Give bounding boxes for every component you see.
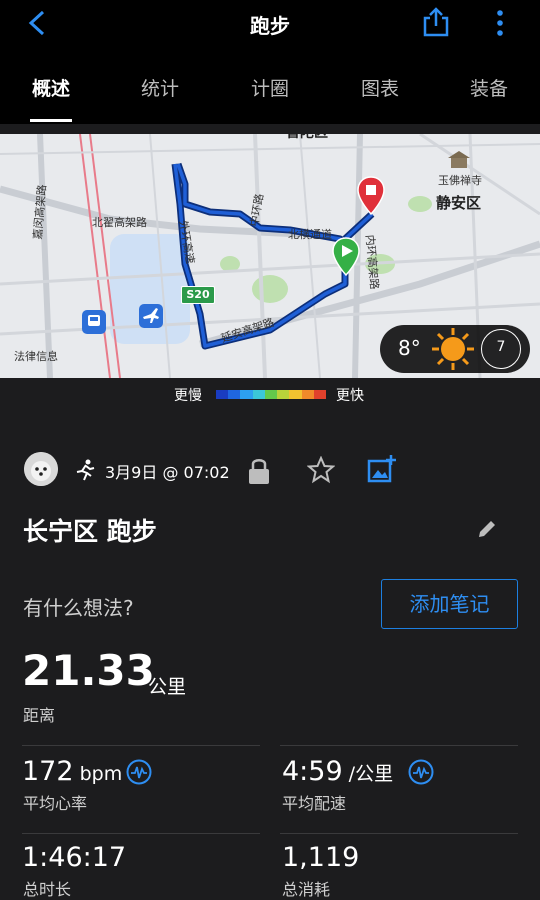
- activity-meta-row: 3月9日 @ 07:02: [24, 452, 524, 486]
- pace-unit: /公里: [342, 763, 394, 785]
- scale-segment: [240, 390, 253, 399]
- avatar[interactable]: [24, 452, 58, 486]
- calories-value: 1,119: [282, 842, 360, 873]
- scale-segment: [289, 390, 302, 399]
- map-label-temple: 玉佛禅寺: [438, 174, 482, 187]
- pace-label: 平均配速: [282, 794, 347, 813]
- duration-value: 1:46:17: [22, 842, 127, 873]
- scale-segment: [216, 390, 229, 399]
- heart-rate-label: 平均心率: [23, 794, 88, 813]
- more-options-button[interactable]: [490, 8, 510, 42]
- distance-value: 21.33: [22, 646, 155, 695]
- lock-icon[interactable]: [246, 456, 272, 486]
- legend-slower-label: 更慢: [174, 388, 202, 404]
- tab-bar: 概述 统计 计圈 图表 装备: [0, 70, 540, 110]
- finish-marker-icon: [357, 176, 385, 216]
- pace-value-group: 4:59 /公里: [282, 756, 393, 787]
- temperature: 8°: [398, 336, 421, 360]
- share-icon: [423, 7, 449, 37]
- distance-label: 距离: [23, 706, 56, 725]
- route-map[interactable]: 静安区 普陀区 玉佛禅寺 北翟高架路 北横通道 延安高架路 外环高速 中环路 内…: [0, 134, 540, 378]
- map-label-beizhai: 北翟高架路: [92, 216, 147, 229]
- add-photo-icon[interactable]: [367, 454, 397, 484]
- map-label-putuo: 普陀区: [286, 134, 328, 142]
- heart-rate-unit: bpm: [73, 763, 123, 785]
- scale-segment: [301, 390, 314, 399]
- pace-chart-icon[interactable]: [408, 759, 434, 785]
- top-bar: 跑步 概述 统计 计圈 图表 装备: [0, 0, 540, 124]
- scale-segment: [313, 390, 326, 399]
- wind-indicator: 7: [481, 329, 521, 369]
- train-station-icon: [82, 310, 106, 334]
- share-button[interactable]: [422, 6, 450, 42]
- sun-icon: [432, 328, 474, 370]
- scale-segment: [252, 390, 265, 399]
- tab-stats[interactable]: 统计: [115, 74, 205, 101]
- more-vertical-icon: [497, 10, 503, 36]
- tab-laps[interactable]: 计圈: [225, 74, 315, 101]
- tab-gear[interactable]: 装备: [444, 74, 534, 101]
- wind-speed: 7: [496, 339, 506, 355]
- heart-rate-chart-icon[interactable]: [126, 759, 152, 785]
- star-icon[interactable]: [307, 456, 335, 484]
- temple-icon: [448, 151, 470, 168]
- duration-label: 总时长: [23, 880, 72, 899]
- scale-segment: [277, 390, 290, 399]
- thoughts-prompt[interactable]: 有什么想法?: [23, 592, 134, 621]
- heart-rate-value: 172: [22, 756, 74, 787]
- s20-highway-shield: S20: [181, 286, 215, 304]
- tab-charts[interactable]: 图表: [335, 74, 425, 101]
- map-label-jingan: 静安区: [436, 194, 482, 212]
- pace-color-scale: [216, 390, 326, 399]
- activity-date: 3月9日 @ 07:02: [105, 463, 230, 482]
- airport-icon: [139, 304, 163, 328]
- divider: [22, 745, 260, 746]
- divider: [280, 833, 518, 834]
- pace-legend: 更慢 更快: [0, 378, 540, 408]
- divider: [22, 833, 260, 834]
- scale-segment: [228, 390, 241, 399]
- activity-title: 长宁区 跑步: [23, 517, 157, 546]
- page-title: 跑步: [250, 14, 290, 38]
- start-marker-icon: [332, 237, 360, 277]
- edit-pencil-icon[interactable]: [476, 518, 498, 540]
- distance-unit: 公里: [148, 676, 187, 698]
- legend-faster-label: 更快: [336, 388, 364, 404]
- heart-rate-value-group: 172 bpm: [22, 756, 122, 787]
- legal-info-link[interactable]: 法律信息: [14, 348, 58, 364]
- add-note-button[interactable]: 添加笔记: [381, 579, 518, 629]
- calories-label: 总消耗: [282, 880, 331, 899]
- pace-value: 4:59: [282, 756, 343, 787]
- scale-segment: [264, 390, 278, 399]
- map-label-beiheng: 北横通道: [288, 228, 332, 241]
- divider: [280, 745, 518, 746]
- tab-overview[interactable]: 概述: [6, 74, 96, 101]
- active-tab-indicator: [30, 119, 72, 122]
- weather-badge: 8° 7: [380, 325, 530, 373]
- running-icon: [76, 459, 95, 481]
- dog-avatar-icon: [24, 452, 58, 486]
